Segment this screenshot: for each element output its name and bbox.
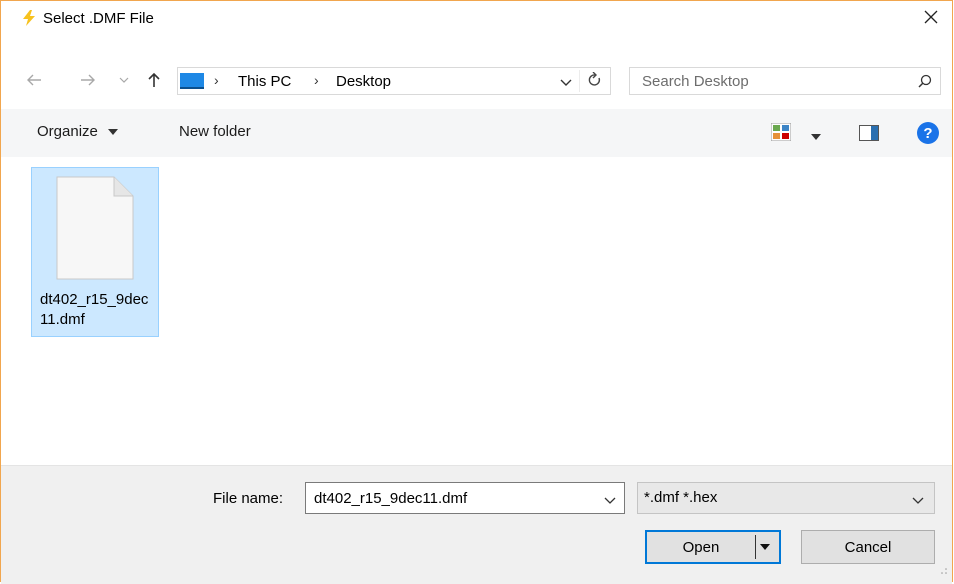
file-name-value: dt402_r15_9dec11.dmf (314, 490, 468, 507)
file-icon (56, 176, 134, 285)
up-arrow-icon[interactable] (145, 71, 163, 89)
address-divider (579, 70, 580, 92)
open-button[interactable]: Open (645, 530, 781, 564)
forward-arrow-icon[interactable] (79, 71, 97, 89)
breadcrumb-desktop[interactable]: Desktop (336, 73, 391, 90)
file-list: dt402_r15_9dec11.dmf (1, 157, 952, 465)
file-name-field-label: File name: (213, 490, 284, 507)
search-input[interactable]: Search Desktop (629, 67, 941, 95)
organize-button[interactable]: Organize (37, 123, 119, 140)
file-name-label: dt402_r15_9dec11.dmf (40, 291, 149, 328)
view-icon[interactable] (770, 122, 792, 146)
file-type-filter-value: *.dmf *.hex (644, 489, 718, 506)
organize-label: Organize (37, 123, 98, 140)
window-title: Select .DMF File (43, 10, 154, 27)
new-folder-button[interactable]: New folder (179, 123, 251, 140)
help-icon[interactable]: ? (917, 122, 939, 144)
resize-grip-icon[interactable] (940, 562, 948, 580)
file-name-chevron-down-icon[interactable] (604, 492, 616, 510)
open-split-chevron-down-icon[interactable] (759, 540, 771, 559)
pc-icon (180, 73, 204, 89)
cancel-button[interactable]: Cancel (801, 530, 935, 564)
recent-locations-chevron-down-icon[interactable] (115, 71, 133, 89)
command-toolbar: Organize New folder ? (1, 109, 952, 158)
address-chevron-down-icon[interactable] (560, 74, 572, 92)
breadcrumb-separator: › (314, 72, 319, 88)
open-split-divider (755, 535, 756, 559)
breadcrumb-this-pc[interactable]: This PC (238, 73, 291, 90)
open-button-label: Open (682, 539, 720, 556)
back-arrow-icon[interactable] (25, 71, 43, 89)
file-name-field[interactable]: dt402_r15_9dec11.dmf (305, 482, 625, 514)
dialog-footer: File name: dt402_r15_9dec11.dmf *.dmf *.… (1, 465, 952, 584)
preview-pane-icon[interactable] (859, 125, 879, 146)
title-bar: Select .DMF File (1, 1, 952, 31)
search-placeholder: Search Desktop (642, 73, 749, 90)
breadcrumb-separator: › (214, 72, 219, 88)
organize-caret-icon (108, 129, 119, 136)
refresh-icon[interactable] (588, 71, 602, 92)
address-bar[interactable]: › This PC › Desktop (177, 67, 611, 95)
file-dialog: Select .DMF File › This PC › Desktop Sea… (0, 0, 953, 584)
file-type-filter-select[interactable]: *.dmf *.hex (637, 482, 935, 514)
file-item[interactable]: dt402_r15_9dec11.dmf (31, 167, 159, 337)
search-icon[interactable] (918, 74, 932, 93)
navigation-row: › This PC › Desktop Search Desktop (1, 61, 952, 99)
lightning-icon (21, 10, 37, 26)
close-icon[interactable] (918, 6, 944, 28)
filter-chevron-down-icon[interactable] (912, 492, 924, 510)
view-chevron-down-icon[interactable] (811, 127, 821, 145)
